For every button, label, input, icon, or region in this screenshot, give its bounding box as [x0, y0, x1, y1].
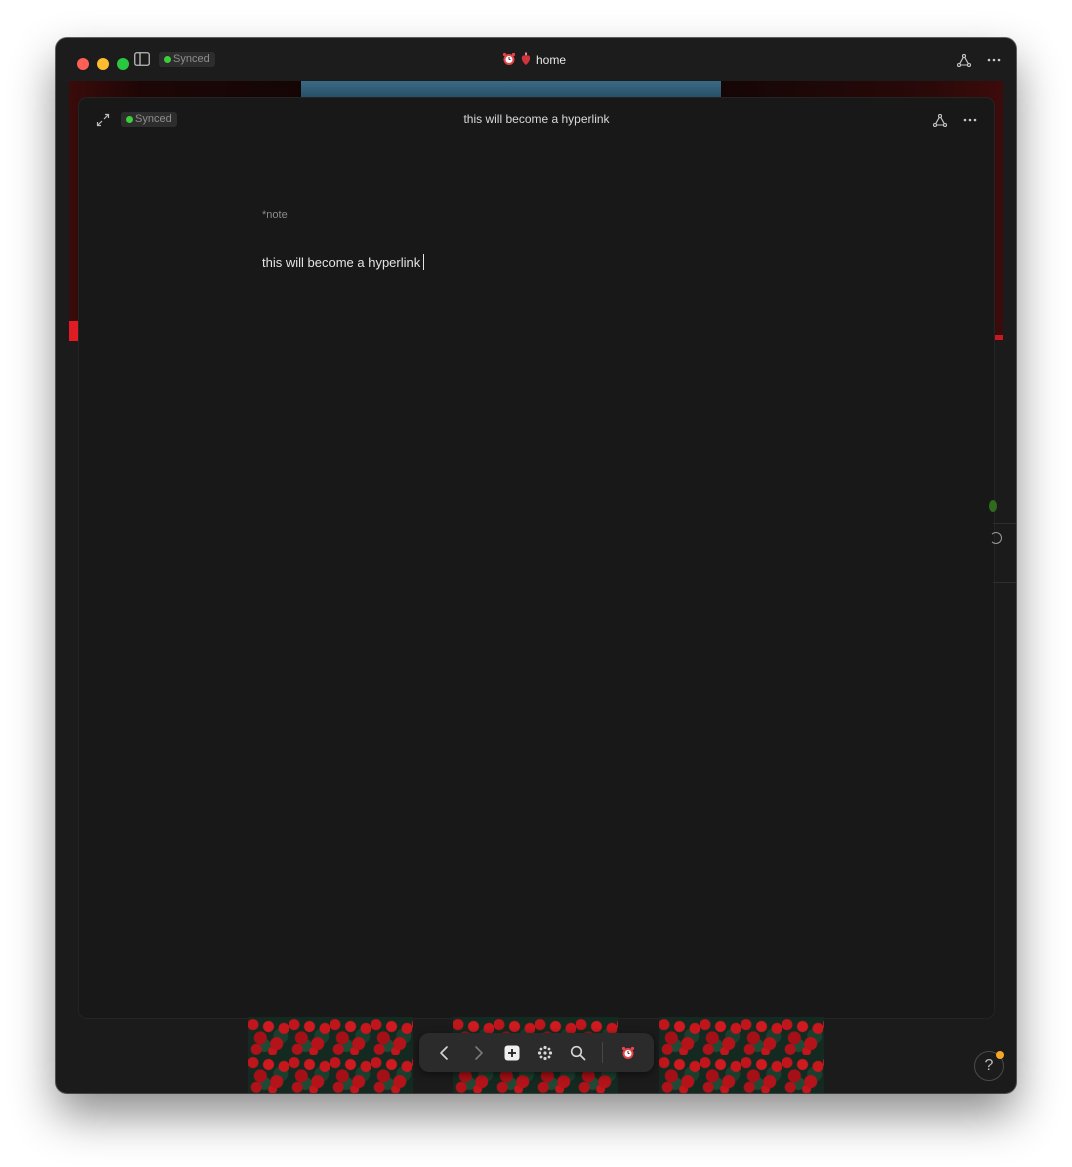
sidebar-toggle-icon[interactable]: [134, 52, 150, 66]
graph-icon[interactable]: [931, 111, 949, 129]
chevron-left-icon[interactable]: [434, 1043, 454, 1063]
roses-image: [248, 1017, 413, 1093]
maximize-window-button[interactable]: [117, 58, 129, 70]
side-divider: [993, 582, 1016, 583]
window-title-text: home: [536, 53, 567, 67]
more-options-icon[interactable]: [961, 111, 979, 129]
anatomical-heart-icon: [520, 52, 532, 69]
minimize-window-button[interactable]: [97, 58, 109, 70]
note-title: this will become a hyperlink: [463, 112, 610, 126]
side-divider: [993, 523, 1016, 524]
note-body-editor[interactable]: this will become a hyperlink: [262, 254, 425, 270]
notification-dot: [996, 1051, 1004, 1059]
alarm-clock-icon: [502, 52, 516, 69]
chevron-right-icon[interactable]: [469, 1043, 489, 1063]
new-page-icon[interactable]: [502, 1043, 522, 1063]
toolbar-divider: [602, 1042, 603, 1063]
apps-grid-icon[interactable]: [535, 1043, 555, 1063]
more-options-icon[interactable]: [985, 51, 1003, 69]
title-bar: Synced home: [56, 38, 1016, 81]
graph-icon[interactable]: [955, 51, 973, 69]
window-title: home: [502, 51, 566, 69]
side-panel-fragment: [989, 500, 997, 512]
search-icon[interactable]: [568, 1043, 588, 1063]
note-editor-card: Synced this will become a hyperlink *not…: [78, 97, 995, 1019]
sync-status-label: Synced: [173, 53, 210, 65]
sync-status-badge: Synced: [159, 52, 215, 67]
note-type-label: *note: [262, 209, 288, 221]
bottom-toolbar: [419, 1033, 654, 1072]
close-window-button[interactable]: [77, 58, 89, 70]
note-body-text[interactable]: this will become a hyperlink: [262, 255, 420, 270]
text-cursor: [423, 254, 425, 270]
roses-image: [659, 1017, 824, 1093]
help-label: ?: [984, 1057, 994, 1074]
moon-icon: [990, 532, 1002, 544]
app-window: Synced home Synced this will become a hy…: [56, 38, 1016, 1093]
workspace-icon[interactable]: [618, 1043, 638, 1063]
sync-dot-icon: [164, 56, 171, 63]
